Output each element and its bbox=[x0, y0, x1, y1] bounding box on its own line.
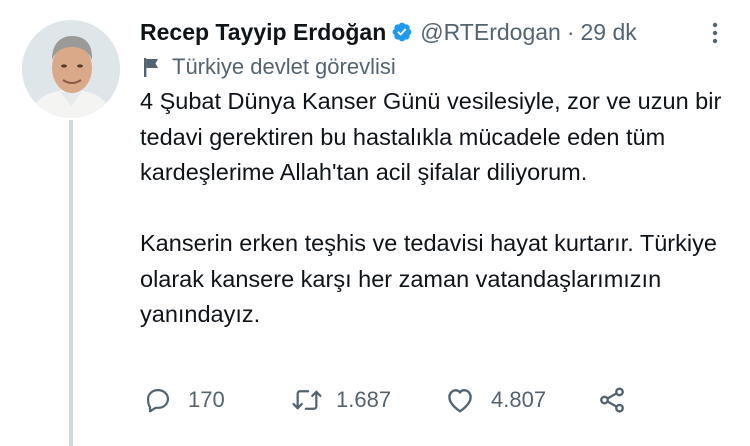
heart-icon bbox=[445, 386, 475, 414]
account-label: Türkiye devlet görevlisi bbox=[142, 52, 396, 82]
share-icon bbox=[597, 385, 627, 415]
verified-badge-icon bbox=[391, 21, 413, 43]
avatar[interactable] bbox=[22, 20, 120, 118]
action-bar: 170 1.687 4.807 bbox=[140, 380, 740, 420]
more-options-icon[interactable] bbox=[705, 20, 725, 46]
retweet-count: 1.687 bbox=[336, 387, 392, 412]
like-count: 4.807 bbox=[491, 387, 547, 412]
tweet-header: Recep Tayyip Erdoğan @RTErdogan · 29 dk bbox=[140, 14, 637, 50]
timestamp[interactable]: 29 dk bbox=[581, 19, 637, 46]
author-name[interactable]: Recep Tayyip Erdoğan bbox=[140, 19, 386, 46]
like-button[interactable]: 4.807 bbox=[445, 380, 546, 420]
tweet-text: 4 Şubat Dünya Kanser Günü vesilesiyle, z… bbox=[140, 84, 740, 333]
tweet-paragraph: Kanserin erken teşhis ve tedavisi hayat … bbox=[140, 230, 717, 327]
reply-icon bbox=[144, 386, 172, 414]
tweet-paragraph: 4 Şubat Dünya Kanser Günü vesilesiyle, z… bbox=[140, 88, 722, 185]
retweet-button[interactable]: 1.687 bbox=[290, 380, 391, 420]
reply-button[interactable]: 170 bbox=[144, 380, 225, 420]
share-button[interactable] bbox=[597, 380, 627, 420]
flag-icon bbox=[142, 56, 162, 78]
reply-count: 170 bbox=[188, 387, 225, 412]
author-handle[interactable]: @RTErdogan bbox=[420, 19, 561, 46]
thread-line bbox=[69, 120, 73, 446]
retweet-icon bbox=[290, 386, 324, 414]
account-label-text: Türkiye devlet görevlisi bbox=[172, 54, 396, 79]
profile-photo-icon bbox=[22, 20, 120, 118]
separator-dot: · bbox=[566, 18, 575, 45]
